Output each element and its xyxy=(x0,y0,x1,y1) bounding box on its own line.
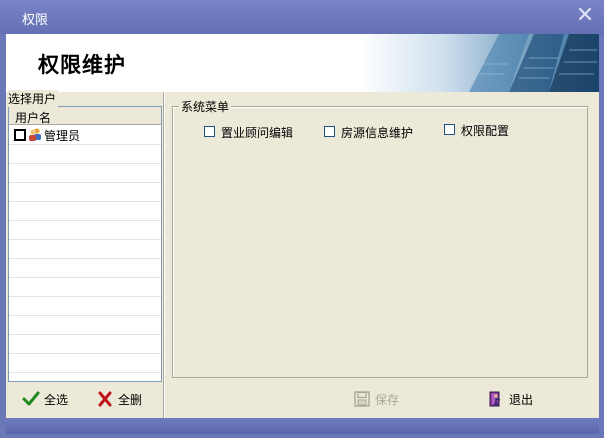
row-divider xyxy=(9,372,161,373)
user-select-panel: 用户名 管理员 选择用户 全选 全删 xyxy=(6,90,163,418)
floppy-disk-icon xyxy=(354,391,370,407)
page-title: 权限维护 xyxy=(38,53,126,77)
row-divider xyxy=(9,239,161,240)
row-divider xyxy=(9,296,161,297)
header-banner: 权限维护 xyxy=(6,34,599,92)
exit-button[interactable]: 退出 xyxy=(487,388,547,410)
delete-all-button[interactable]: 全删 xyxy=(96,388,156,410)
checkmark-icon xyxy=(22,391,40,406)
row-divider xyxy=(9,353,161,354)
row-divider xyxy=(9,334,161,335)
menu-item-label: 权限配置 xyxy=(461,124,510,138)
menu-item-label: 置业顾问编辑 xyxy=(221,126,294,140)
main-content: 用户名 管理员 选择用户 全选 全删 系统菜单 置业顾问编辑 房源信息维护 权限… xyxy=(6,90,599,418)
cross-icon xyxy=(98,391,112,407)
user-checkbox[interactable] xyxy=(14,129,26,141)
user-list[interactable]: 用户名 管理员 xyxy=(8,106,162,382)
row-divider xyxy=(9,163,161,164)
exit-door-icon xyxy=(489,391,501,407)
row-divider xyxy=(9,315,161,316)
exit-label: 退出 xyxy=(509,393,534,407)
checkbox-box[interactable] xyxy=(324,126,335,137)
user-list-header[interactable]: 用户名 xyxy=(9,107,161,125)
user-button-bar: 全选 全删 xyxy=(8,382,161,416)
user-group-icon xyxy=(28,127,42,141)
row-divider xyxy=(9,277,161,278)
user-name: 管理员 xyxy=(44,129,81,143)
row-divider xyxy=(9,182,161,183)
system-menu-group: 系统菜单 置业顾问编辑 房源信息维护 权限配置 xyxy=(172,98,588,378)
column-header-username: 用户名 xyxy=(15,111,52,125)
system-menu-label: 系统菜单 xyxy=(179,98,232,115)
checkbox-box[interactable] xyxy=(444,124,455,135)
select-all-button[interactable]: 全选 xyxy=(22,388,82,410)
action-button-bar: 保存 退出 xyxy=(165,382,599,416)
save-button[interactable]: 保存 xyxy=(353,388,413,410)
title-bar[interactable]: 权限 xyxy=(0,0,604,34)
menu-item-label: 房源信息维护 xyxy=(341,126,414,140)
window-bottom-border xyxy=(6,418,599,434)
list-item[interactable]: 管理员 xyxy=(9,125,161,144)
row-divider xyxy=(9,258,161,259)
select-all-label: 全选 xyxy=(44,393,69,407)
save-label: 保存 xyxy=(375,393,400,407)
delete-all-label: 全删 xyxy=(118,393,143,407)
buildings-image xyxy=(359,34,599,92)
user-group-label: 选择用户 xyxy=(8,90,59,107)
close-icon[interactable] xyxy=(576,5,594,23)
row-divider xyxy=(9,144,161,145)
checkbox-box[interactable] xyxy=(204,126,215,137)
window-title: 权限 xyxy=(22,13,49,28)
permission-window: 权限 权限维护 用户名 管理员 选择用户 全选 全删 系统菜单 置业顾问编辑 房… xyxy=(0,0,604,438)
panel-divider[interactable] xyxy=(163,92,165,418)
row-divider xyxy=(9,220,161,221)
row-divider xyxy=(9,201,161,202)
